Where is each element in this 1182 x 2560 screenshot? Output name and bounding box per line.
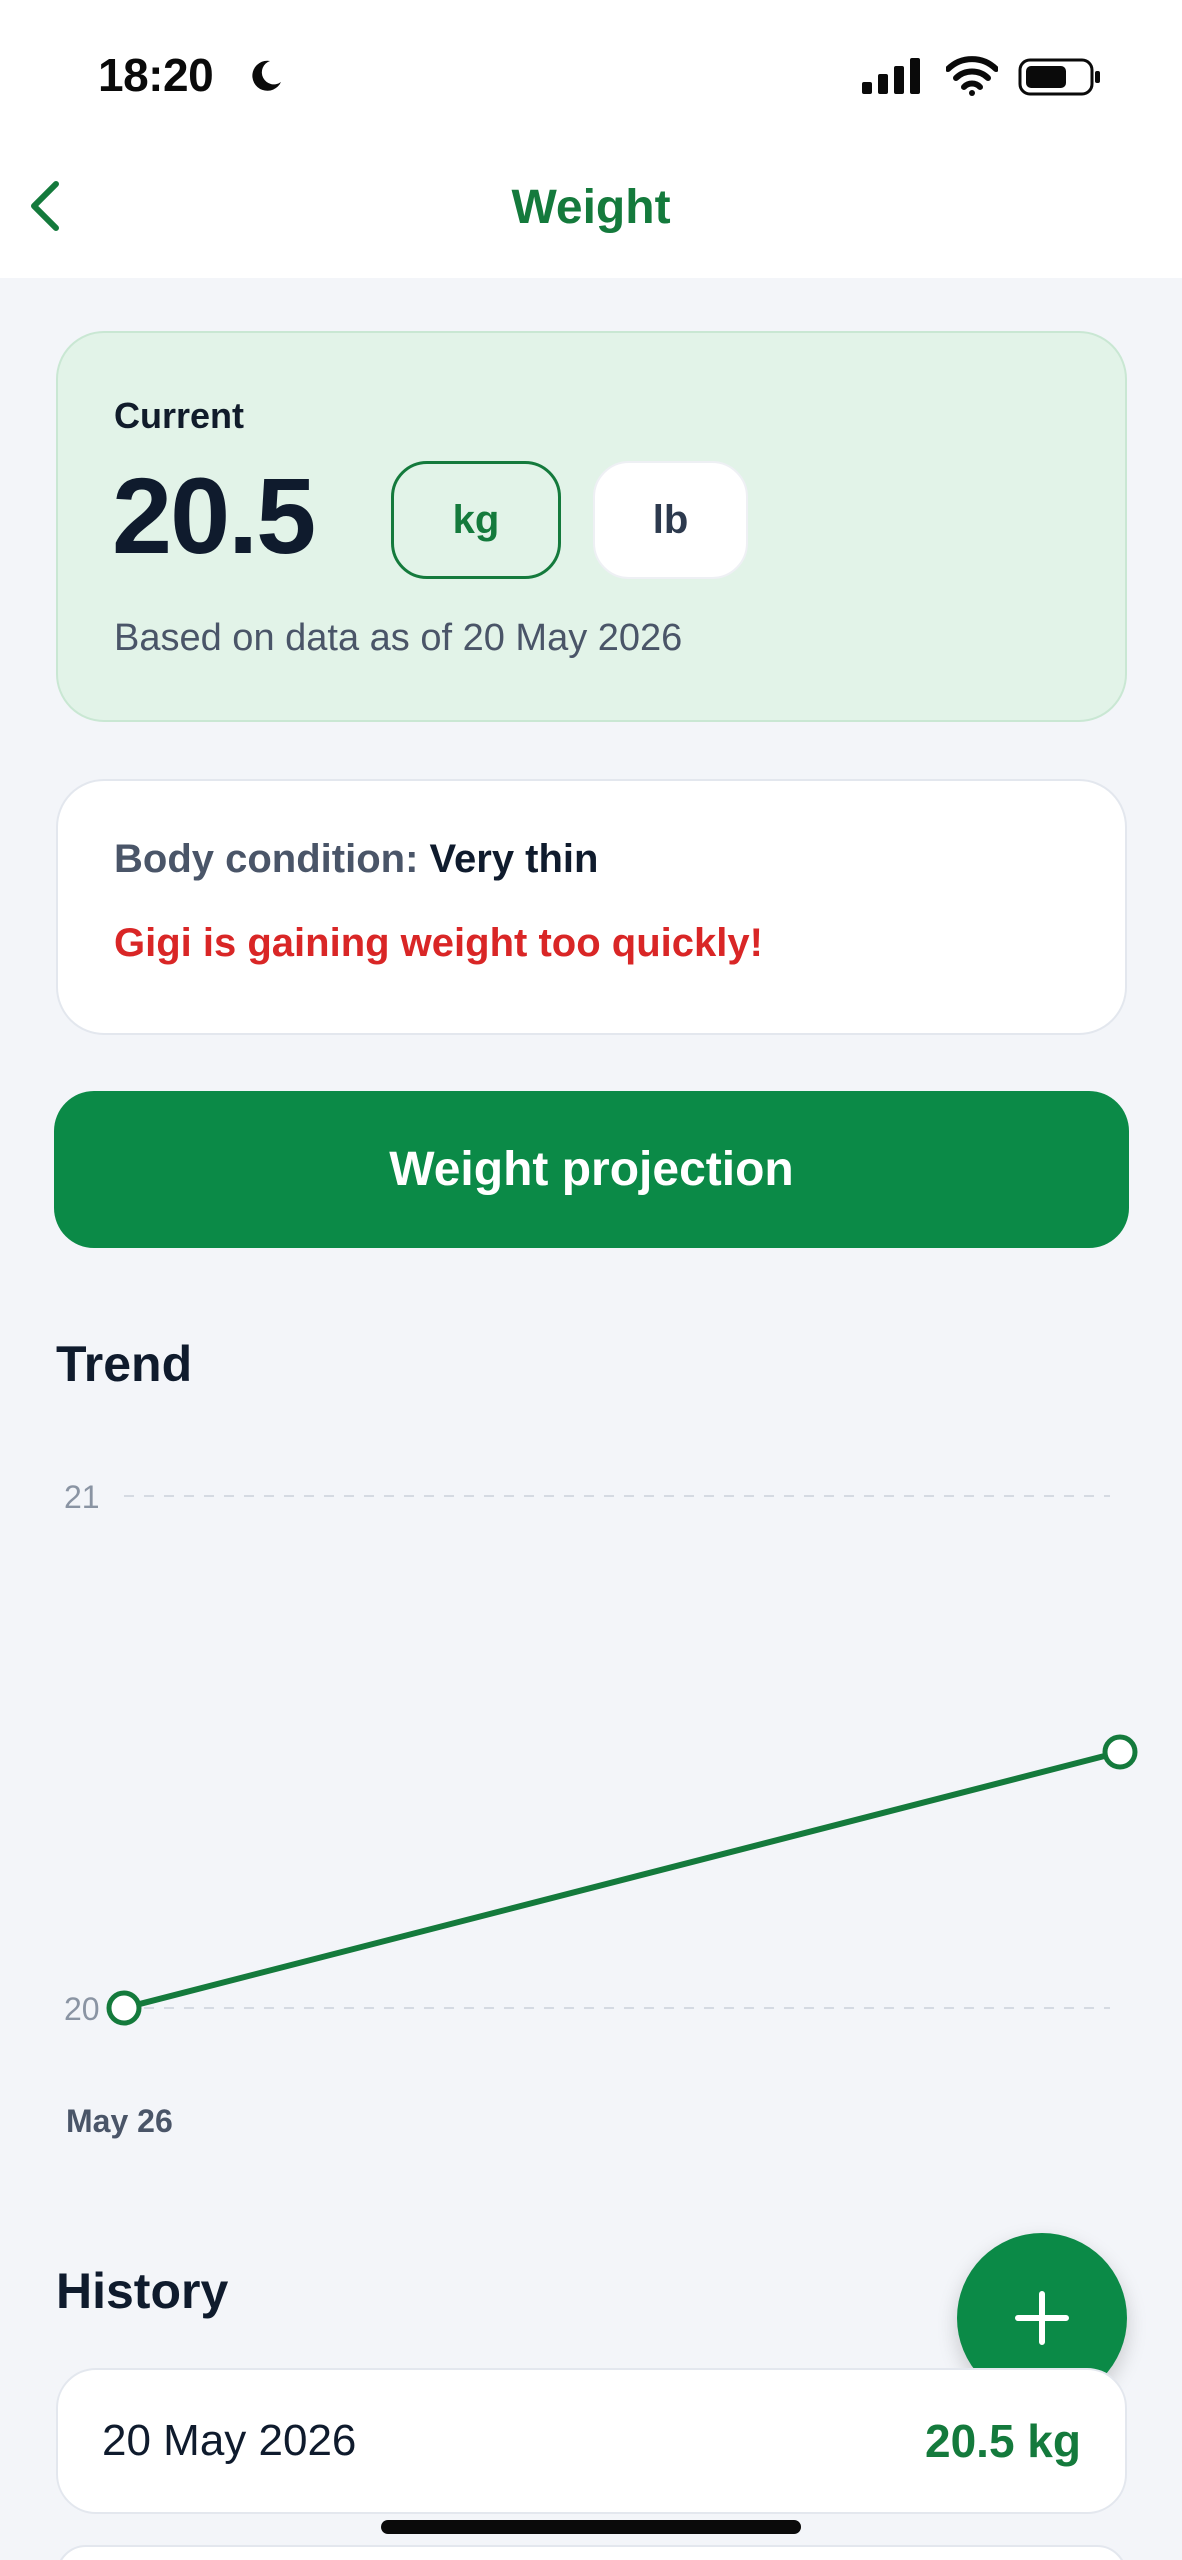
y-tick-label: 20: [64, 1991, 100, 2027]
history-row[interactable]: [56, 2545, 1127, 2560]
top-bar: 18:20 Weight: [0, 0, 1182, 278]
current-weight-card: Current 20.5 kg lb Based on data as of 2…: [56, 331, 1127, 722]
unit-kg-button[interactable]: kg: [391, 461, 561, 579]
trend-chart: 21 20 May 26: [64, 1479, 1138, 2139]
unit-lb-button[interactable]: lb: [593, 461, 748, 579]
history-title: History: [56, 2263, 229, 2319]
current-label: Current: [114, 395, 245, 436]
y-tick-label: 21: [64, 1479, 100, 1515]
x-tick-label: May 26: [66, 2103, 173, 2139]
history-row[interactable]: 20 May 2026 20.5 kg: [56, 2368, 1127, 2514]
weight-projection-button[interactable]: Weight projection: [54, 1091, 1129, 1248]
data-point[interactable]: [106, 1990, 142, 2026]
body-condition-label: Body condition:: [114, 837, 419, 881]
signal-icon: [862, 58, 920, 94]
based-on-text: Based on data as of 20 May 2026: [114, 617, 683, 659]
moon-icon: [252, 60, 281, 91]
page-title: Weight: [511, 181, 671, 234]
home-indicator: [381, 2520, 801, 2534]
wifi-icon: [946, 56, 998, 96]
status-time: 18:20: [98, 49, 214, 101]
history-value: 20.5 kg: [925, 2415, 1081, 2467]
history-date: 20 May 2026: [102, 2416, 357, 2465]
weight-warning: Gigi is gaining weight too quickly!: [114, 921, 763, 965]
current-weight-value: 20.5: [112, 455, 316, 576]
body-condition-card: Body condition: Very thin Gigi is gainin…: [56, 779, 1127, 1035]
body-condition-line: Body condition: Very thin: [114, 837, 598, 882]
plus-icon: [1015, 2291, 1069, 2345]
body-condition-value: Very thin: [429, 837, 599, 881]
trend-title: Trend: [56, 1336, 193, 1392]
data-point[interactable]: [1102, 1734, 1138, 1770]
battery-icon: [1018, 58, 1100, 96]
series-line: [121, 1749, 1123, 2011]
